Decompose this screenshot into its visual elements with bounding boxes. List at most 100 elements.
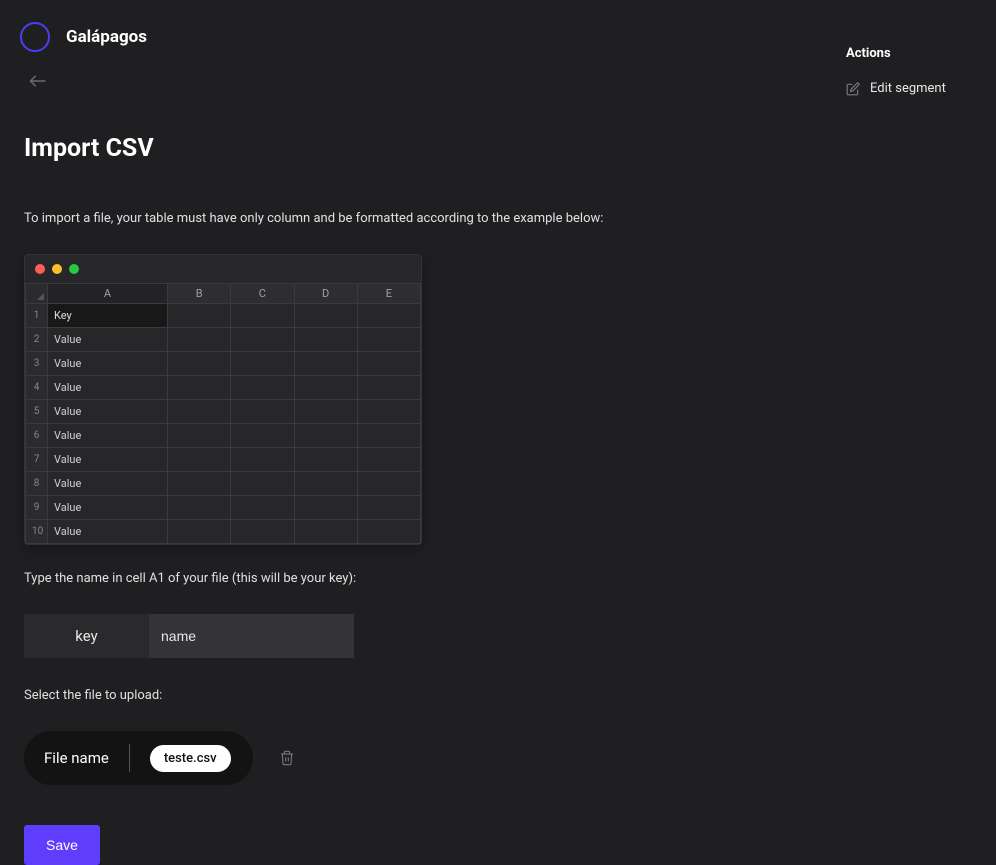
col-header: B [168, 284, 231, 304]
row-number: 7 [26, 448, 48, 472]
actions-title: Actions [846, 46, 966, 61]
example-table: A B C D E 1Key2Value3Value4Value5Value6V… [25, 283, 421, 544]
cell [294, 520, 357, 544]
row-number: 4 [26, 376, 48, 400]
row-number: 3 [26, 352, 48, 376]
file-picker[interactable]: File name teste.csv [24, 731, 253, 785]
cell [294, 496, 357, 520]
row-number: 2 [26, 328, 48, 352]
row-number: 8 [26, 472, 48, 496]
table-row: 5Value [26, 400, 421, 424]
cell [357, 400, 420, 424]
cell [231, 352, 294, 376]
cell: Value [48, 400, 168, 424]
actions-panel: Actions Edit segment [846, 46, 966, 96]
cell: Value [48, 520, 168, 544]
table-row: 8Value [26, 472, 421, 496]
row-number: 5 [26, 400, 48, 424]
table-row: 10Value [26, 520, 421, 544]
cell [168, 520, 231, 544]
cell [168, 352, 231, 376]
arrow-left-icon [26, 72, 50, 90]
cell: Value [48, 496, 168, 520]
file-chip: teste.csv [150, 745, 231, 772]
cell [294, 448, 357, 472]
cell [168, 496, 231, 520]
table-row: 9Value [26, 496, 421, 520]
divider [129, 744, 130, 772]
col-header: D [294, 284, 357, 304]
cell [357, 448, 420, 472]
row-number: 1 [26, 304, 48, 328]
table-row: 3Value [26, 352, 421, 376]
cell: Value [48, 376, 168, 400]
instruction-format: To import a file, your table must have o… [24, 211, 696, 226]
cell [357, 304, 420, 328]
table-row: 7Value [26, 448, 421, 472]
col-header: E [357, 284, 420, 304]
cell [294, 304, 357, 328]
select-file-label: Select the file to upload: [24, 688, 696, 703]
table-row: 6Value [26, 424, 421, 448]
cell [294, 328, 357, 352]
cell: Key [48, 304, 168, 328]
col-header: C [231, 284, 294, 304]
col-header: A [48, 284, 168, 304]
cell: Value [48, 448, 168, 472]
table-row: 4Value [26, 376, 421, 400]
cell [357, 328, 420, 352]
trash-icon[interactable] [279, 749, 295, 767]
cell [231, 424, 294, 448]
cell [231, 496, 294, 520]
cell [168, 328, 231, 352]
cell [294, 352, 357, 376]
cell [294, 424, 357, 448]
cell [231, 472, 294, 496]
edit-icon [846, 82, 860, 96]
window-controls-icon [25, 255, 421, 283]
spreadsheet-example: A B C D E 1Key2Value3Value4Value5Value6V… [24, 254, 422, 545]
cell [294, 472, 357, 496]
save-button[interactable]: Save [24, 825, 100, 865]
cell [168, 376, 231, 400]
sheet-corner [26, 284, 48, 304]
cell [231, 448, 294, 472]
cell: Value [48, 472, 168, 496]
key-instruction: Type the name in cell A1 of your file (t… [24, 571, 696, 586]
cell [357, 472, 420, 496]
cell: Value [48, 424, 168, 448]
cell [168, 400, 231, 424]
cell [231, 376, 294, 400]
cell [357, 520, 420, 544]
cell [231, 304, 294, 328]
key-value-row: key [24, 614, 696, 658]
cell [357, 424, 420, 448]
key-value-input[interactable] [149, 614, 354, 658]
row-number: 6 [26, 424, 48, 448]
cell [168, 424, 231, 448]
cell [168, 472, 231, 496]
cell: Value [48, 352, 168, 376]
cell [357, 376, 420, 400]
cell [357, 496, 420, 520]
cell [168, 448, 231, 472]
logo-icon [20, 22, 50, 52]
row-number: 9 [26, 496, 48, 520]
table-row: 1Key [26, 304, 421, 328]
page-title: Import CSV [24, 134, 696, 163]
edit-segment-action[interactable]: Edit segment [846, 81, 966, 96]
edit-segment-label: Edit segment [870, 81, 946, 96]
cell [294, 376, 357, 400]
cell [168, 304, 231, 328]
table-row: 2Value [26, 328, 421, 352]
file-name-label: File name [44, 749, 109, 767]
cell [231, 520, 294, 544]
row-number: 10 [26, 520, 48, 544]
cell [231, 328, 294, 352]
cell [294, 400, 357, 424]
cell: Value [48, 328, 168, 352]
cell [231, 400, 294, 424]
cell [357, 352, 420, 376]
key-label: key [24, 614, 149, 658]
app-title: Galápagos [66, 27, 147, 47]
